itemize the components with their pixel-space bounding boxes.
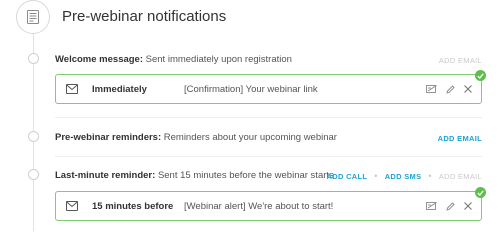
section-divider [55, 156, 482, 157]
action-separator: • [374, 171, 378, 181]
welcome-email-subject: [Confirmation] Your webinar link [184, 83, 318, 95]
welcome-title-bold: Welcome message: [55, 54, 144, 65]
check-icon [477, 189, 484, 196]
document-icon [27, 10, 39, 24]
welcome-email-card[interactable]: Immediately [Confirmation] Your webinar … [55, 70, 486, 104]
reminders-title-bold: Pre-webinar reminders: [55, 132, 162, 143]
close-icon[interactable] [464, 202, 472, 210]
mail-icon [66, 84, 78, 94]
last-minute-email-timing: 15 minutes before [92, 200, 174, 212]
welcome-add-email-button[interactable]: ADD EMAIL [439, 56, 482, 65]
welcome-actions: ADD EMAIL [439, 56, 482, 65]
active-check-badge [475, 187, 486, 198]
last-minute-email-tools [426, 201, 472, 211]
check-icon [477, 72, 484, 79]
welcome-section-title: Welcome message: Sent immediately upon r… [55, 54, 292, 65]
section-divider [55, 117, 482, 118]
last-minute-actions: ADD CALL • ADD SMS • ADD EMAIL [327, 171, 482, 181]
preview-hide-icon[interactable] [426, 201, 437, 211]
add-call-button[interactable]: ADD CALL [327, 172, 368, 181]
edit-pencil-icon[interactable] [446, 84, 455, 94]
last-minute-section-title: Last-minute reminder: Sent 15 minutes be… [55, 170, 334, 181]
welcome-email-timing: Immediately [92, 83, 147, 95]
last-minute-title-rest: Sent 15 minutes before the webinar start… [157, 170, 334, 181]
timeline-dot [28, 131, 39, 142]
last-minute-email-card[interactable]: 15 minutes before [Webinar alert] We're … [55, 187, 486, 221]
last-minute-add-email-button[interactable]: ADD EMAIL [439, 172, 482, 181]
close-icon[interactable] [464, 85, 472, 93]
add-sms-button[interactable]: ADD SMS [385, 172, 422, 181]
header-icon [16, 0, 50, 34]
page-title: Pre-webinar notifications [62, 8, 227, 25]
welcome-title-rest: Sent immediately upon registration [145, 54, 292, 65]
last-minute-email-subject: [Webinar alert] We're about to start! [184, 200, 334, 212]
action-separator: • [428, 171, 432, 181]
last-minute-title-bold: Last-minute reminder: [55, 170, 156, 181]
reminders-add-email-button[interactable]: ADD EMAIL [438, 134, 482, 143]
edit-pencil-icon[interactable] [446, 201, 455, 211]
reminders-actions: ADD EMAIL [438, 134, 482, 143]
reminders-section-title: Pre-webinar reminders: Reminders about y… [55, 132, 337, 143]
timeline-dot [28, 169, 39, 180]
timeline-dot [28, 53, 39, 64]
mail-icon [66, 201, 78, 211]
reminders-title-rest: Reminders about your upcoming webinar [163, 132, 337, 143]
welcome-email-tools [426, 84, 472, 94]
preview-hide-icon[interactable] [426, 84, 437, 94]
active-check-badge [475, 70, 486, 81]
